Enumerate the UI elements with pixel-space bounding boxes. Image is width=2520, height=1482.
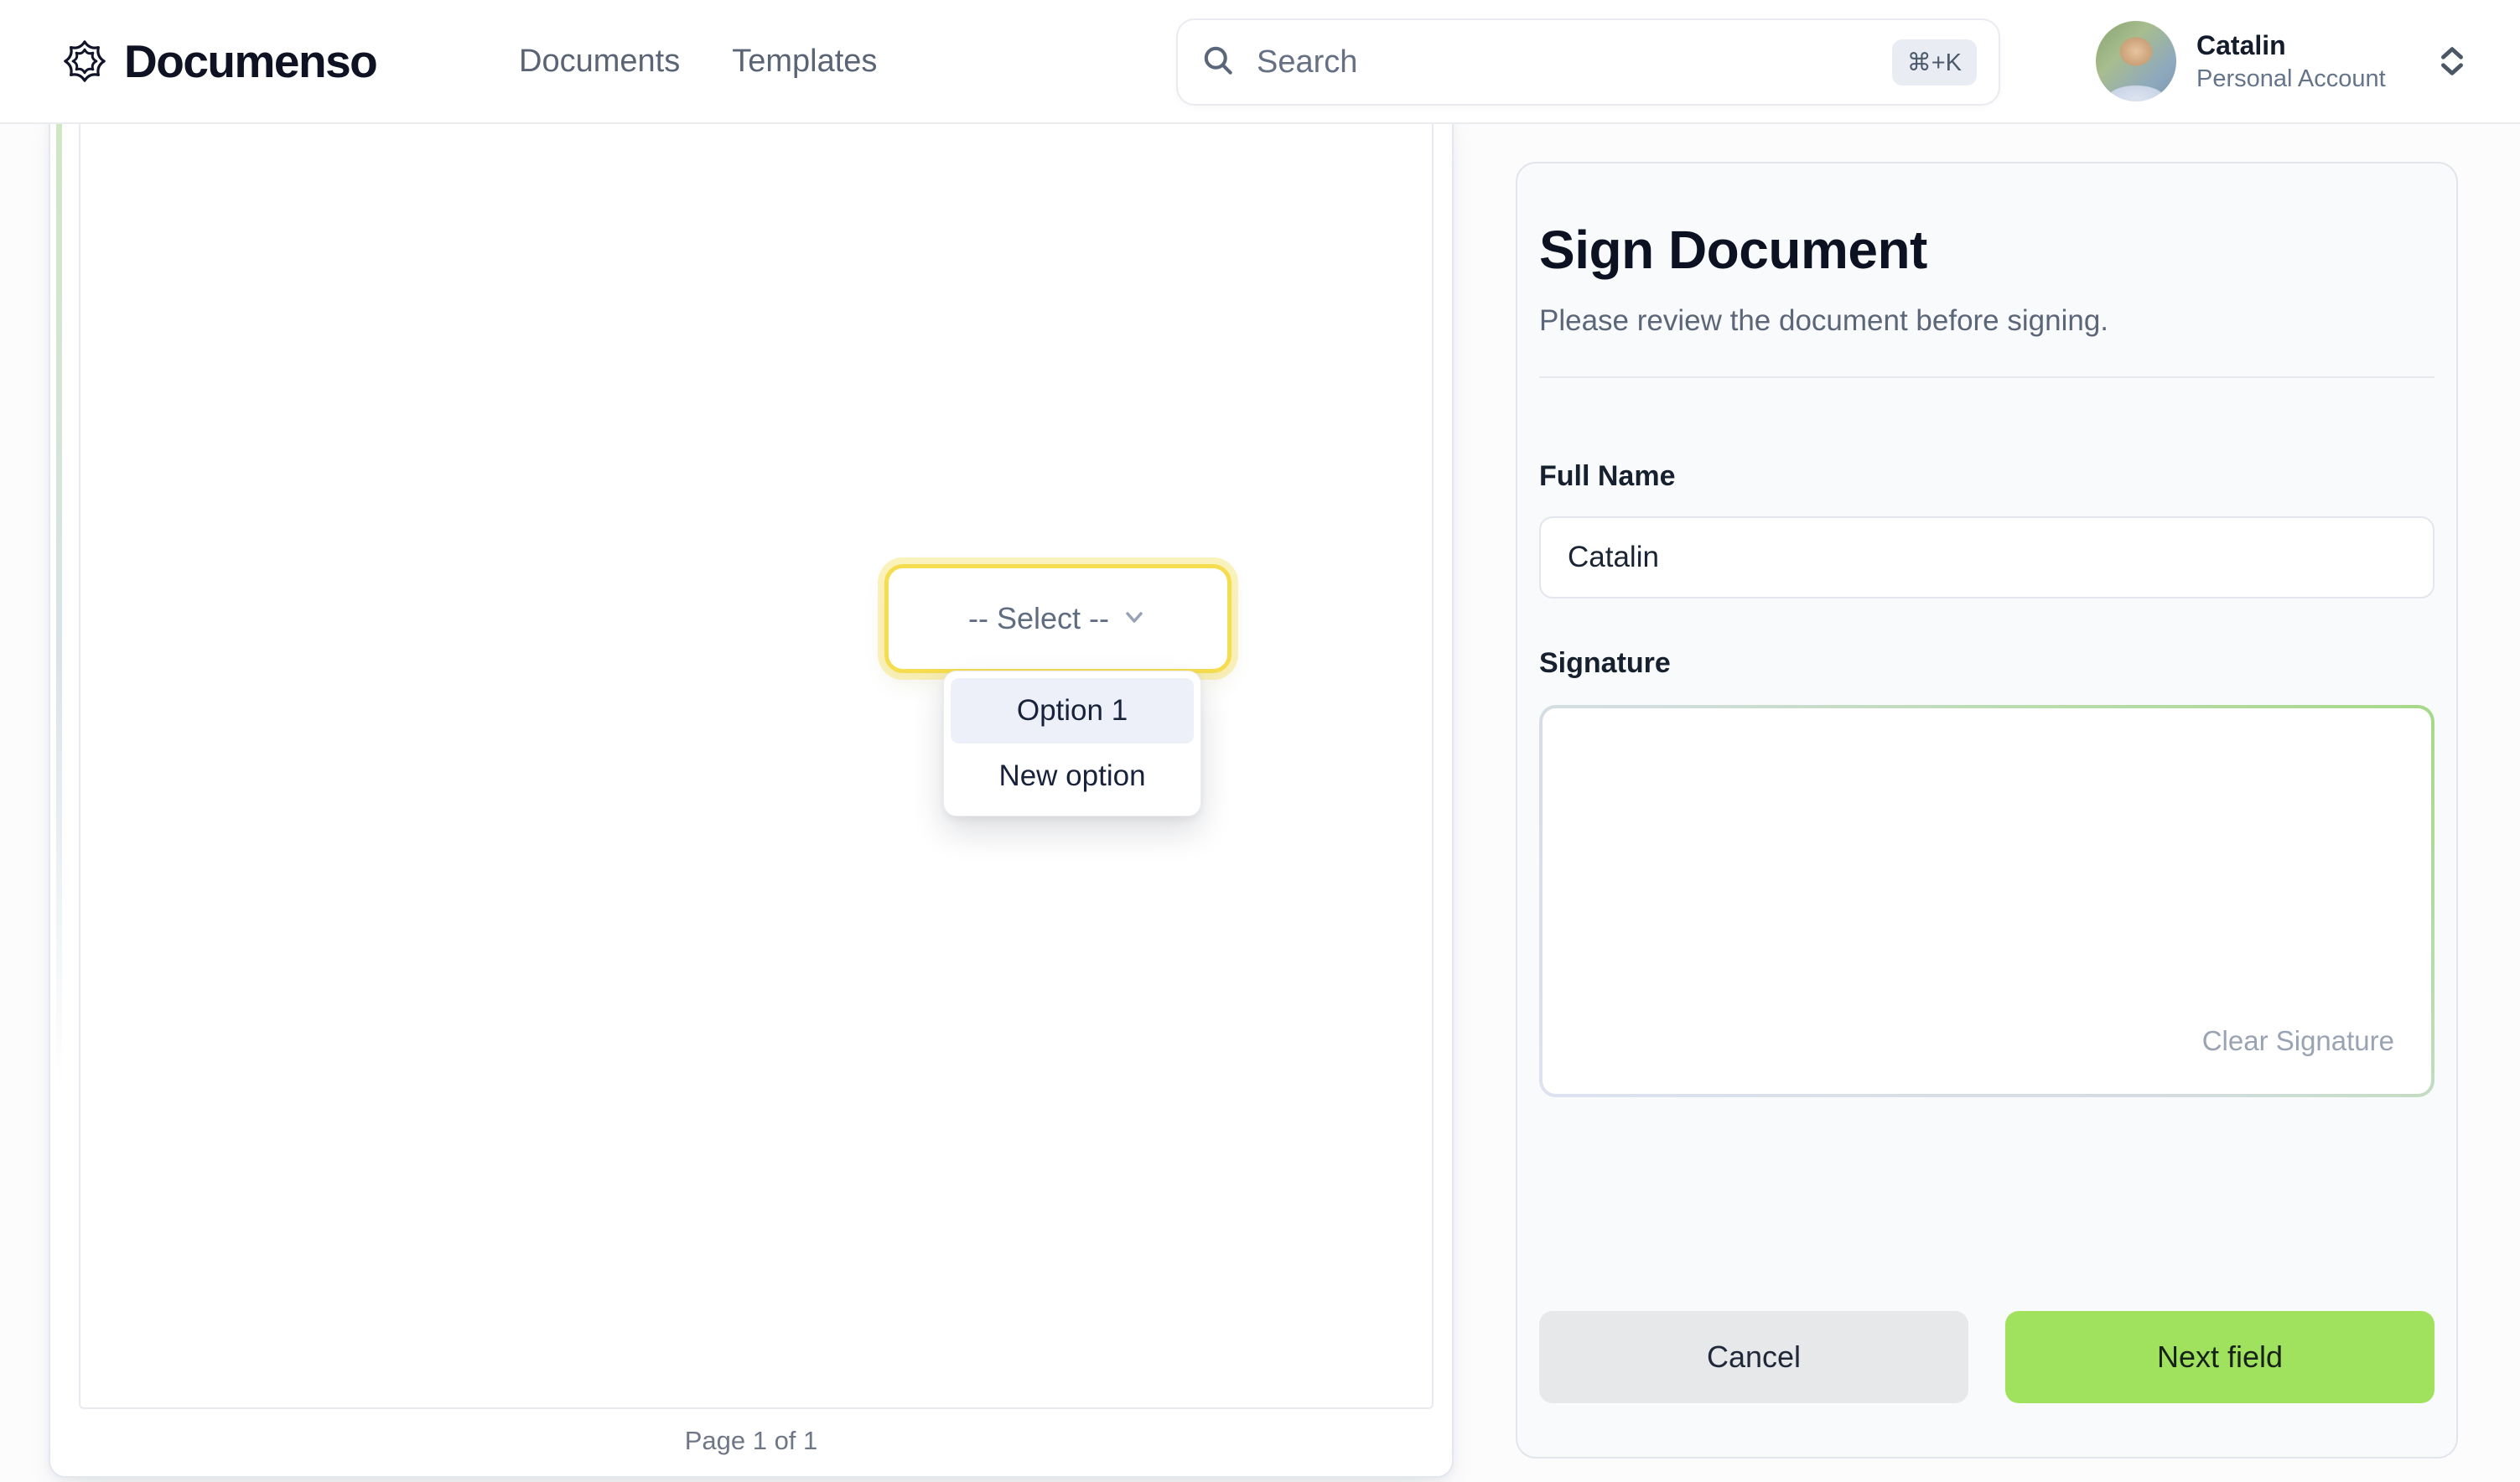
avatar [2096, 21, 2176, 101]
documenso-seal-icon [60, 37, 109, 86]
signature-pad-border: Clear Signature [1539, 705, 2434, 1097]
signature-label: Signature [1539, 647, 2434, 680]
panel-divider [1539, 376, 2434, 378]
documenso-app: Documenso Documents Templates ⌘+K Catali… [0, 0, 2520, 1482]
cancel-button[interactable]: Cancel [1539, 1311, 1968, 1403]
document-viewer-card: Page 1 of 1 [49, 124, 1454, 1478]
pdf-page [79, 124, 1434, 1409]
account-texts: Catalin Personal Account [2196, 30, 2386, 93]
logo-wordmark: Documenso [124, 34, 376, 88]
chevrons-up-down-icon [2433, 42, 2471, 80]
chevron-down-icon [1121, 604, 1148, 635]
search-input[interactable] [1257, 44, 1892, 80]
panel-title: Sign Document [1539, 217, 2434, 282]
dropdown-options-menu: Option 1 New option [943, 671, 1201, 816]
dropdown-option-new[interactable]: New option [951, 744, 1194, 809]
signature-pad[interactable]: Clear Signature [1543, 708, 2431, 1094]
document-dropdown-field[interactable]: -- Select -- [884, 564, 1231, 673]
full-name-label: Full Name [1539, 460, 2434, 493]
clear-signature-button[interactable]: Clear Signature [2202, 1025, 2394, 1057]
dropdown-field-value: -- Select -- [968, 601, 1109, 636]
search-bar[interactable]: ⌘+K [1176, 18, 2000, 106]
recipient-color-strip [56, 124, 62, 1476]
search-shortcut-badge: ⌘+K [1892, 39, 1977, 86]
sign-document-panel: Sign Document Please review the document… [1516, 162, 2458, 1459]
navbar: Documenso Documents Templates ⌘+K Catali… [0, 0, 2520, 124]
page-indicator: Page 1 of 1 [50, 1426, 1452, 1456]
next-field-button[interactable]: Next field [2005, 1311, 2434, 1403]
account-menu-trigger[interactable]: Catalin Personal Account [2096, 0, 2471, 122]
full-name-input[interactable] [1539, 516, 2434, 598]
account-type: Personal Account [2196, 65, 2386, 93]
logo-link[interactable]: Documenso [60, 0, 376, 122]
primary-nav: Documents Templates [519, 0, 877, 122]
account-name: Catalin [2196, 30, 2386, 60]
panel-actions: Cancel Next field [1539, 1311, 2434, 1403]
nav-link-templates[interactable]: Templates [732, 44, 877, 80]
nav-link-documents[interactable]: Documents [519, 44, 680, 80]
dropdown-option-1[interactable]: Option 1 [951, 678, 1194, 744]
panel-subtitle: Please review the document before signin… [1539, 303, 2434, 339]
search-icon [1200, 42, 1237, 83]
main-content: Page 1 of 1 -- Select -- Option 1 New op… [0, 124, 2520, 1482]
